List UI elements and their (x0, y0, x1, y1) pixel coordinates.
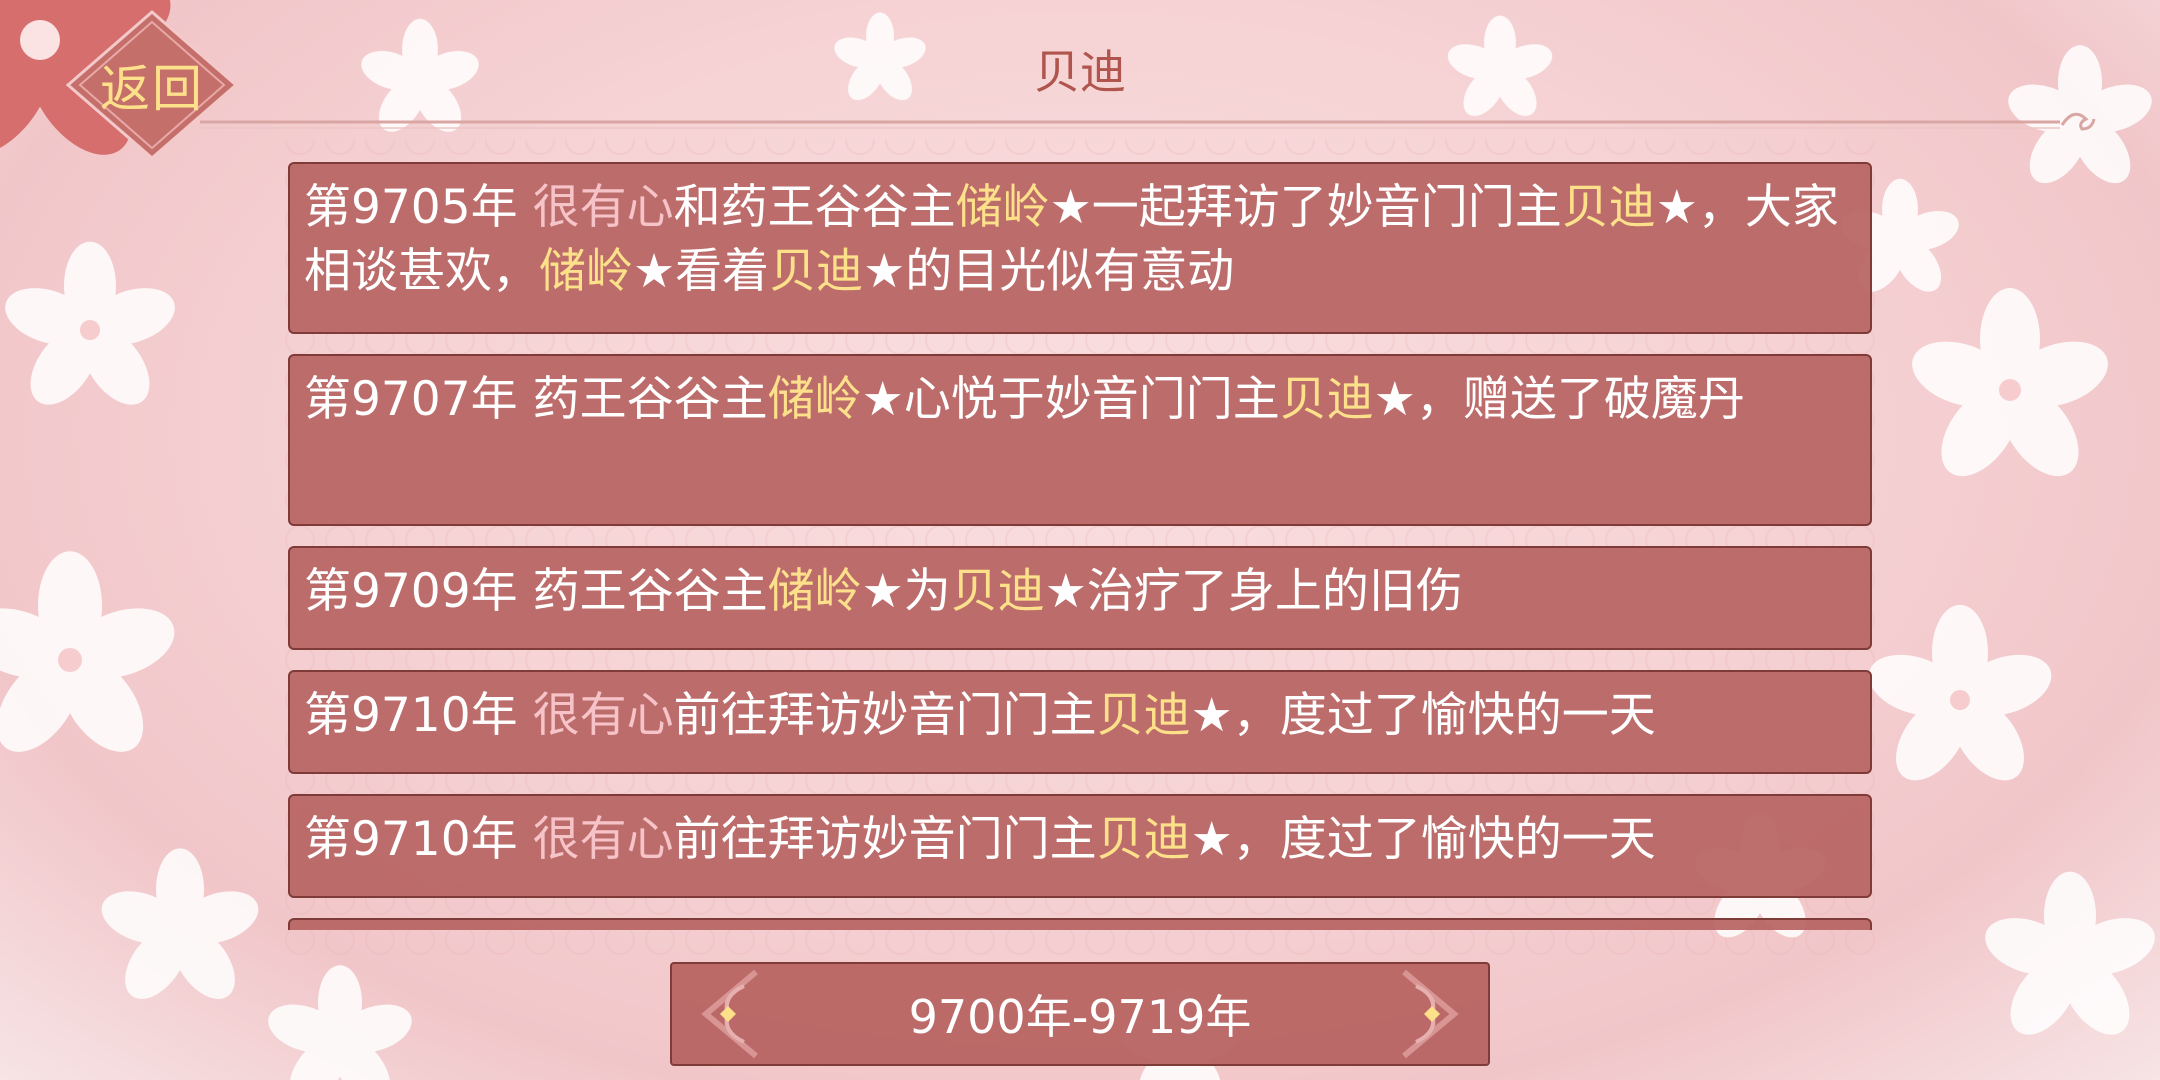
record-text: 很有心和药王谷谷主储岭★一起拜访了妙音门门主贝迪★，大家相谈甚欢，储岭★看着贝迪… (304, 180, 1839, 299)
page-title: 贝迪 (1034, 45, 1126, 99)
record-year: 第9707年 (304, 372, 518, 427)
event-log-list[interactable]: 第9705年 很有心和药王谷谷主储岭★一起拜访了妙音门门主贝迪★，大家相谈甚欢，… (288, 162, 1872, 930)
title-divider (200, 112, 2096, 131)
year-range-label: 9700年-9719年 (908, 990, 1252, 1044)
record-text: 很有心前往拜访妙音门门主贝迪★，度过了愉快的一天 (532, 812, 1656, 867)
record-year: 第9710年 (304, 688, 518, 743)
record-year: 第9710年 (304, 812, 518, 867)
event-record-partial (288, 918, 1872, 930)
record-text: 很有心前往拜访妙音门门主贝迪★，度过了愉快的一天 (532, 688, 1656, 743)
record-text: 药王谷谷主储岭★心悦于妙音门门主贝迪★，赠送了破魔丹 (532, 372, 1745, 427)
record-text: 药王谷谷主储岭★为贝迪★治疗了身上的旧伤 (532, 564, 1463, 619)
event-record: 第9710年 很有心前往拜访妙音门门主贝迪★，度过了愉快的一天 (288, 794, 1872, 898)
event-record: 第9707年 药王谷谷主储岭★心悦于妙音门门主贝迪★，赠送了破魔丹 (288, 354, 1872, 526)
event-record: 第9709年 药王谷谷主储岭★为贝迪★治疗了身上的旧伤 (288, 546, 1872, 650)
event-record: 第9705年 很有心和药王谷谷主储岭★一起拜访了妙音门门主贝迪★，大家相谈甚欢，… (288, 162, 1872, 334)
year-range-pager: 9700年-9719年 (670, 962, 1490, 1066)
event-record: 第9710年 很有心前往拜访妙音门门主贝迪★，度过了愉快的一天 (288, 670, 1872, 774)
ornate-right-arrow-icon[interactable] (1384, 964, 1474, 1064)
record-year: 第9705年 (304, 180, 518, 235)
record-year: 第9709年 (304, 564, 518, 619)
